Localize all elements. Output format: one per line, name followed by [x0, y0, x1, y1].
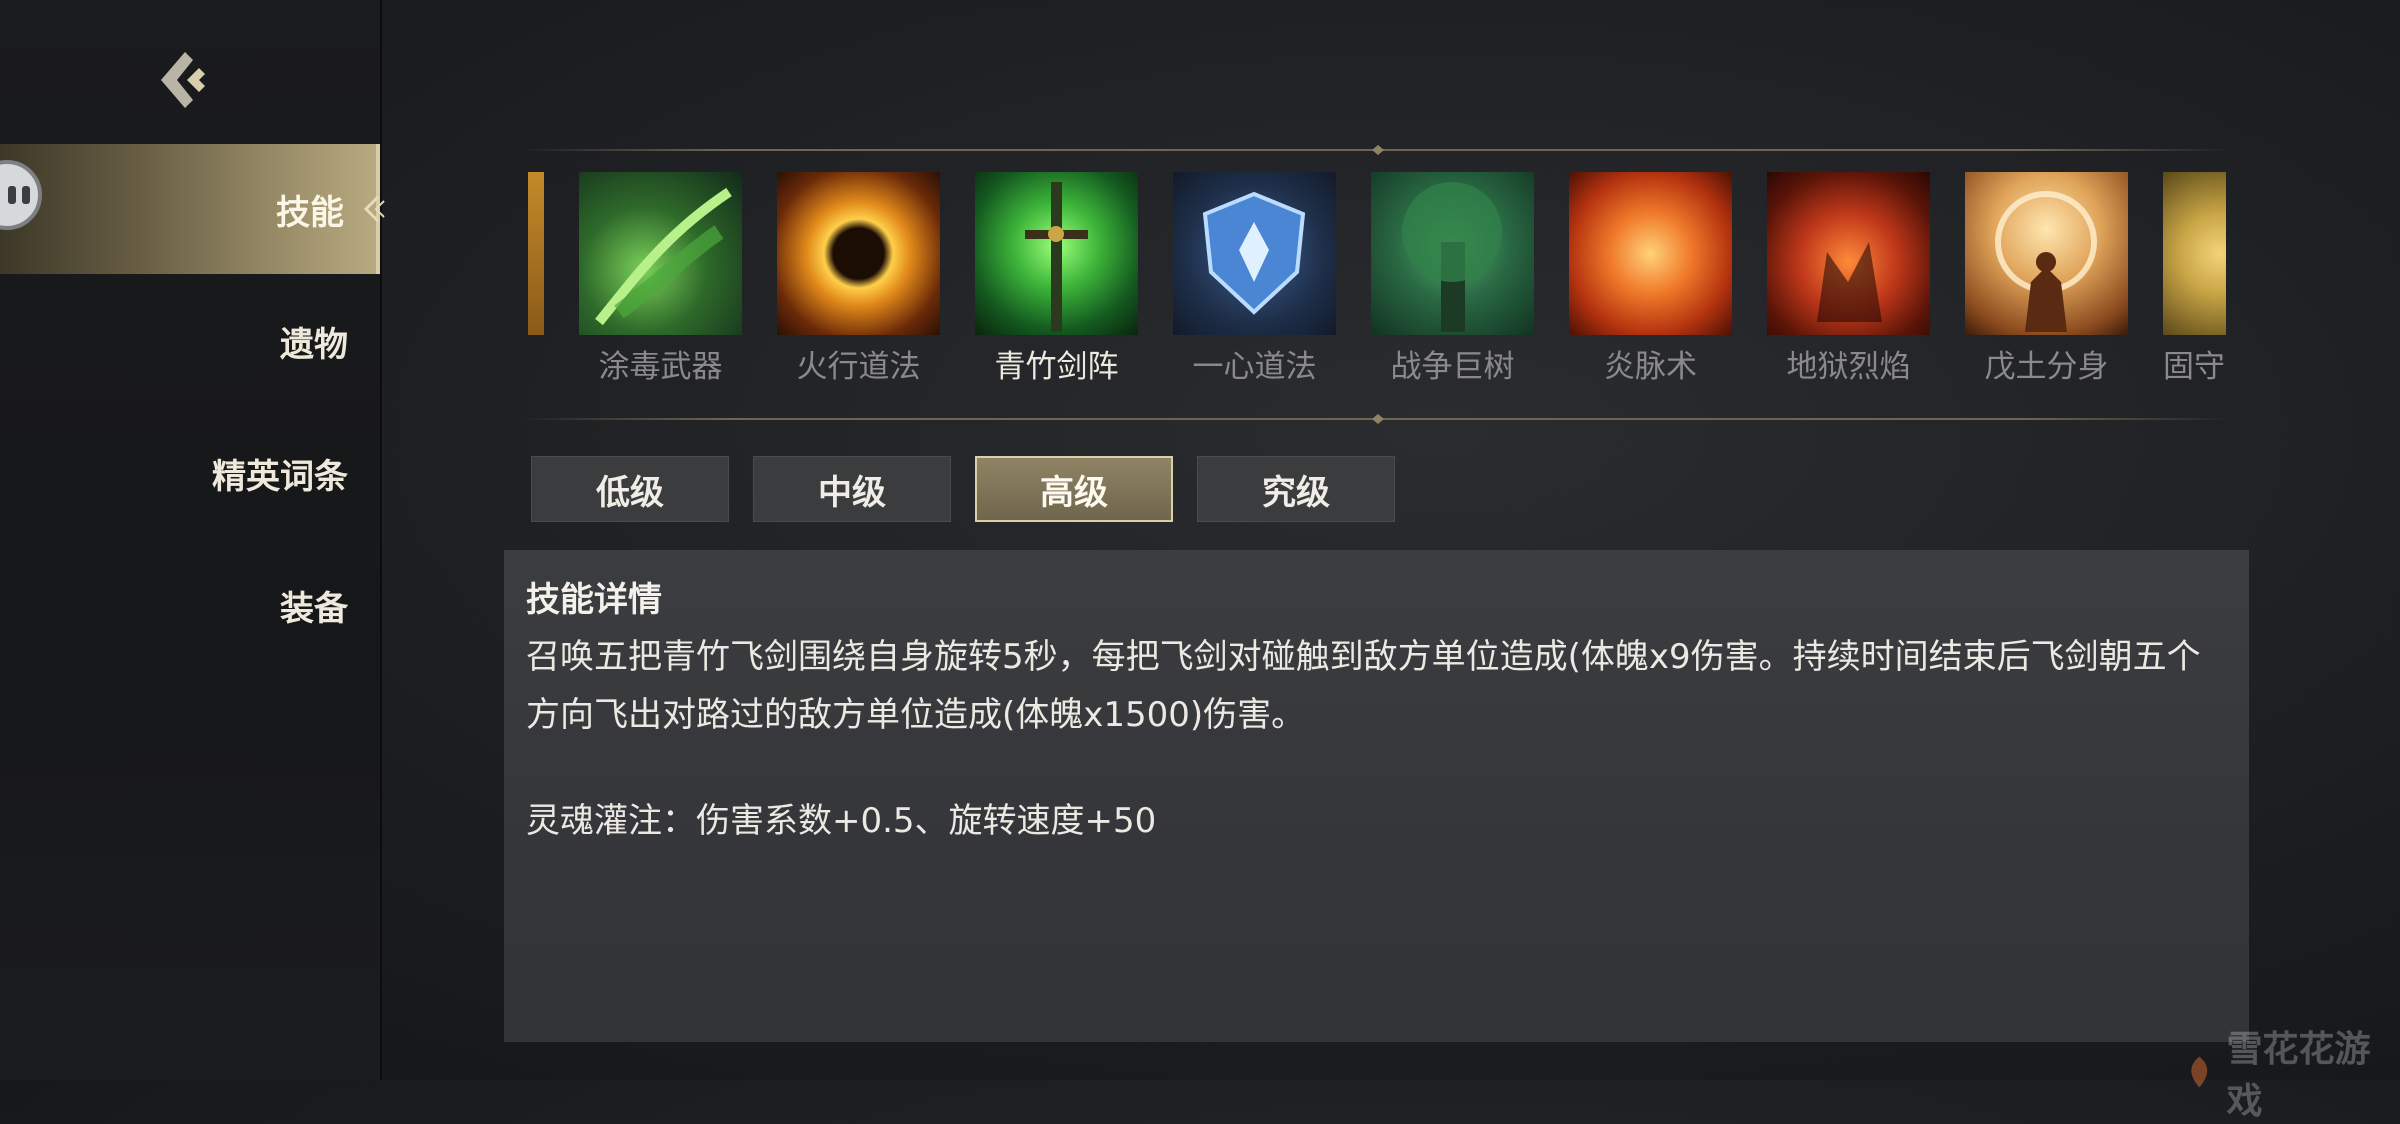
back-chevron-icon — [161, 52, 205, 108]
fire-ring-icon — [777, 172, 940, 335]
skill-label: 固守 — [2163, 349, 2225, 382]
skill-label: 戊土分身 — [1984, 349, 2109, 382]
nav-item-relics[interactable]: 遗物 — [0, 276, 380, 406]
skill-label: 火行道法 — [796, 349, 921, 382]
skill-label: 炎脉术 — [1604, 349, 1697, 382]
ornament-icon — [1358, 145, 1398, 155]
active-pointer-icon — [364, 195, 385, 223]
skill-label: 战争巨树 — [1390, 349, 1515, 382]
skill-strip[interactable]: 涂毒武器 火行道法 青竹剑阵 一心道法 战争巨树 炎脉术 地狱烈焰 戊土分身 固… — [528, 172, 2226, 382]
skill-item[interactable]: 戊土分身 — [1965, 172, 2128, 382]
partial-skill-icon — [2163, 172, 2226, 335]
tab-mid-level[interactable]: 中级 — [753, 456, 951, 522]
skill-item[interactable]: 固守 — [2163, 172, 2226, 382]
tab-label: 究级 — [1262, 472, 1330, 513]
skill-item[interactable]: 一心道法 — [1173, 172, 1336, 382]
skill-label: 地狱烈焰 — [1786, 349, 1911, 382]
blue-shield-icon — [1173, 172, 1336, 335]
skill-item[interactable]: 战争巨树 — [1371, 172, 1534, 382]
skill-detail-panel: 技能详情 召唤五把青竹飞剑围绕自身旋转5秒，每把飞剑对碰触到敌方单位造成(体魄x… — [504, 550, 2249, 1042]
tab-high-level[interactable]: 高级 — [975, 456, 1173, 522]
partial-skill-icon — [528, 172, 544, 335]
watermark: 雪花花游戏 — [2180, 1020, 2400, 1124]
poison-weapon-icon — [579, 172, 742, 335]
tab-label: 高级 — [1040, 472, 1108, 513]
flame-vein-icon — [1569, 172, 1732, 335]
ornament-icon — [1358, 414, 1398, 424]
war-tree-icon — [1371, 172, 1534, 335]
sidebar-divider — [380, 0, 382, 1080]
detail-title: 技能详情 — [526, 580, 662, 620]
nav-item-skills[interactable]: 技能 — [0, 144, 380, 274]
skill-label: 一心道法 — [1192, 349, 1317, 382]
earth-clone-icon — [1965, 172, 2128, 335]
watermark-text: 雪花花游戏 — [2226, 1029, 2371, 1122]
skill-item[interactable]: 地狱烈焰 — [1767, 172, 1930, 382]
detail-soul-infusion: 灵魂灌注：伤害系数+0.5、旋转速度+50 — [526, 801, 1157, 841]
nav-item-label: 技能 — [276, 192, 344, 233]
skill-item[interactable]: 炎脉术 — [1569, 172, 1732, 382]
nav-item-elite-affixes[interactable]: 精英词条 — [0, 408, 380, 538]
skill-item[interactable]: 火行道法 — [777, 172, 940, 382]
back-button[interactable] — [150, 45, 220, 115]
tab-ultimate-level[interactable]: 究级 — [1197, 456, 1395, 522]
nav-item-label: 精英词条 — [212, 456, 348, 497]
bamboo-sword-icon — [975, 172, 1138, 335]
nav-item-label: 遗物 — [280, 324, 348, 365]
hellfire-icon — [1767, 172, 1930, 335]
tab-low-level[interactable]: 低级 — [531, 456, 729, 522]
tab-label: 中级 — [818, 472, 886, 513]
nav-item-label: 装备 — [280, 588, 348, 629]
skill-label: 涂毒武器 — [598, 349, 723, 382]
watermark-logo-icon — [2191, 1056, 2208, 1088]
skill-item[interactable]: 涂毒武器 — [579, 172, 742, 382]
skill-label: 青竹剑阵 — [994, 349, 1119, 382]
nav-item-equipment[interactable]: 装备 — [0, 540, 380, 670]
tab-label: 低级 — [596, 472, 664, 513]
skill-item-selected[interactable]: 青竹剑阵 — [975, 172, 1138, 382]
detail-description: 召唤五把青竹飞剑围绕自身旋转5秒，每把飞剑对碰触到敌方单位造成(体魄x9伤害。持… — [526, 637, 2201, 735]
